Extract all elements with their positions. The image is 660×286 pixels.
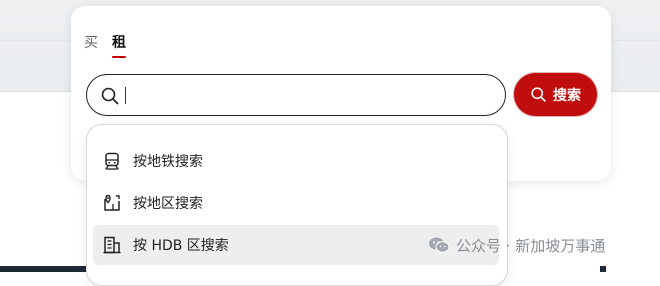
building-icon <box>103 236 121 254</box>
watermark: 公众号 · 新加坡万事通 <box>428 234 605 256</box>
train-icon <box>105 152 119 170</box>
search-icon <box>531 87 546 102</box>
search-button[interactable]: 搜索 <box>514 73 597 116</box>
active-tab-indicator <box>112 56 126 58</box>
search-suggestions-dropdown: 按地铁搜索 按地区搜索 按 HDB 区搜索 <box>86 124 508 286</box>
option-search-by-mrt[interactable]: 按地铁搜索 <box>93 141 499 181</box>
option-search-by-district[interactable]: 按地区搜索 <box>93 183 499 223</box>
footer-strip <box>600 266 606 272</box>
search-input[interactable] <box>125 84 489 108</box>
text-caret <box>125 87 126 104</box>
watermark-text: 公众号 · 新加坡万事通 <box>456 236 606 255</box>
wechat-icon <box>429 237 450 253</box>
footer-strip <box>0 266 88 272</box>
tab-rent[interactable]: 租 <box>112 33 126 53</box>
search-icon <box>101 87 119 105</box>
tab-buy[interactable]: 买 <box>84 33 98 53</box>
search-button-label: 搜索 <box>553 87 581 104</box>
map-pin-icon <box>104 194 120 211</box>
search-field[interactable] <box>86 74 506 116</box>
option-label: 按地铁搜索 <box>133 154 203 170</box>
option-label: 按地区搜索 <box>133 196 203 212</box>
option-label: 按 HDB 区搜索 <box>133 238 229 254</box>
